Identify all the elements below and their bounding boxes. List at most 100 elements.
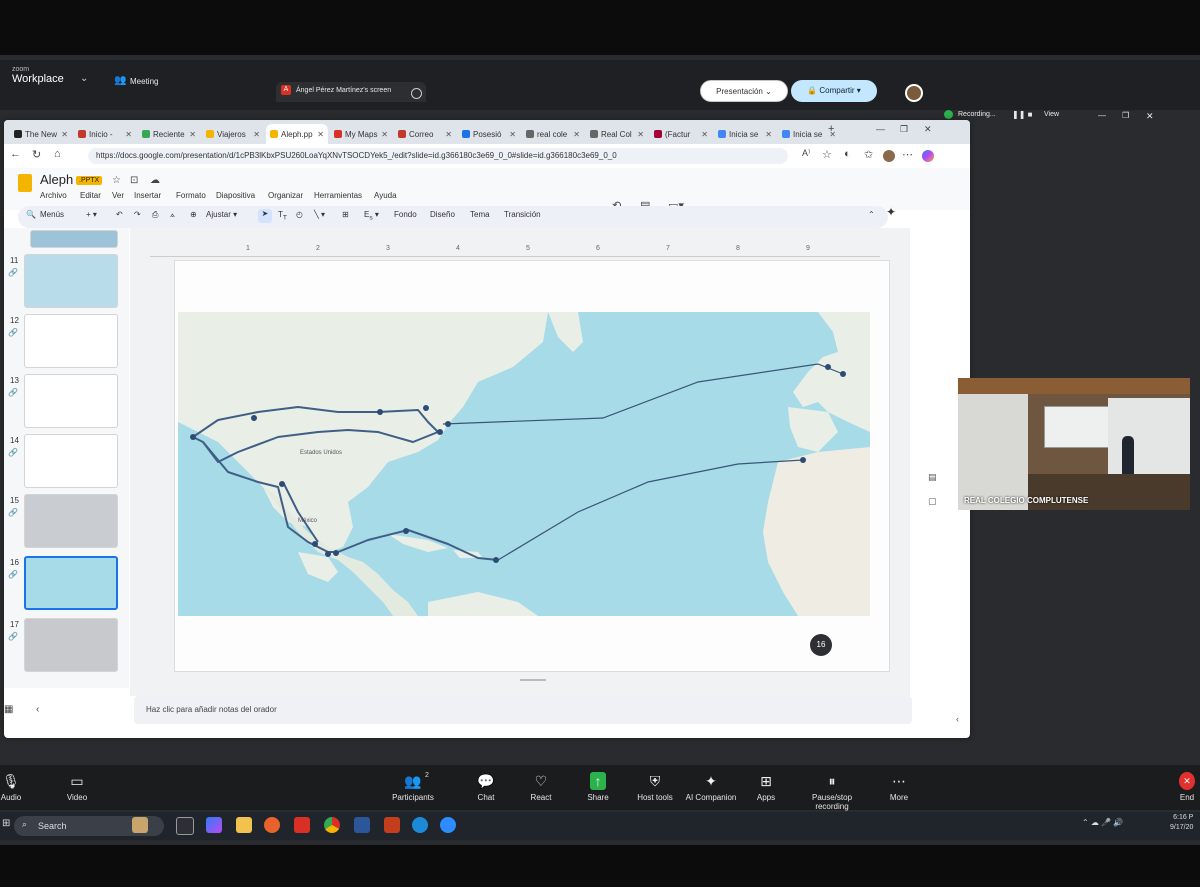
menu-item[interactable]: Ver [112, 191, 124, 200]
menu-item[interactable]: Formato [176, 191, 206, 200]
zoom-control-end[interactable]: ✕ End [1152, 772, 1200, 802]
undo-icon[interactable]: ↶ [116, 210, 123, 219]
collapse-icon[interactable]: ⌃ [868, 210, 875, 219]
menu-item[interactable]: Insertar [134, 191, 161, 200]
comment-add-icon[interactable]: ⊞ [342, 210, 349, 219]
zoom-taskbar-icon[interactable] [440, 817, 456, 833]
chevron-down-icon[interactable]: ⌄ [80, 73, 88, 84]
menu-item[interactable]: Organizar [268, 191, 303, 200]
search-menus-icon[interactable]: 🔍 [26, 210, 36, 219]
zoom-control-pause-stop-recording[interactable]: ⏸ Pause/stop recording [797, 772, 867, 811]
tray-icons[interactable]: ⌃ ☁ 🎤 🔊 [1082, 818, 1123, 827]
browser-tab[interactable]: Inicia se ✕ [778, 124, 840, 144]
back-icon[interactable]: ← [10, 148, 21, 160]
tab-close-icon[interactable]: ✕ [701, 130, 708, 139]
tab-close-icon[interactable]: ✕ [573, 130, 580, 139]
zoom-control-apps[interactable]: ⊞ Apps [731, 772, 801, 802]
edge-icon[interactable] [412, 817, 428, 833]
tab-close-icon[interactable]: ✕ [253, 130, 260, 139]
scroll-handle-icon[interactable]: ‹ [956, 714, 959, 724]
url-field[interactable]: https://docs.google.com/presentation/d/1… [88, 148, 788, 164]
home-icon[interactable]: ⌂ [54, 148, 61, 160]
side-panel-folder-icon[interactable]: ▢ [928, 496, 937, 507]
read-aloud-icon[interactable]: A⁾ [802, 148, 810, 159]
print-icon[interactable]: ⎙ [152, 210, 158, 220]
tab-close-icon[interactable]: ✕ [765, 130, 772, 139]
close-window-icon[interactable]: ✕ [1146, 111, 1154, 122]
widget-icon[interactable] [132, 817, 148, 833]
powerpoint-icon[interactable] [384, 817, 400, 833]
menu-item[interactable]: Herramientas [314, 191, 362, 200]
tab-close-icon[interactable]: ✕ [189, 130, 196, 139]
slide-thumbnail[interactable] [24, 556, 118, 610]
tab-close-icon[interactable]: ✕ [829, 130, 836, 139]
slide-thumbnail[interactable] [24, 618, 118, 672]
zoom-control-video[interactable]: ▭ Video [42, 772, 112, 802]
text-box-icon[interactable]: TT [278, 210, 287, 222]
speaker-notes[interactable]: Haz clic para añadir notas del orador [134, 696, 912, 724]
slide-thumbnail-10[interactable] [30, 230, 118, 248]
maximize-icon[interactable]: ❐ [900, 124, 908, 135]
line-icon[interactable]: ╲ ▾ [314, 210, 325, 219]
select-cursor-icon[interactable]: ➤ [258, 209, 272, 223]
slide-thumbnail[interactable] [24, 434, 118, 488]
browser-tab[interactable]: Reciente ✕ [138, 124, 200, 144]
task-view-icon[interactable] [176, 817, 194, 835]
collapse-filmstrip-icon[interactable]: ‹ [36, 704, 39, 715]
taskbar-clock[interactable]: 6:16 P 9/17/20 [1170, 813, 1193, 833]
minimize-icon[interactable]: — [1098, 111, 1106, 120]
file-explorer-icon[interactable] [236, 817, 252, 833]
slide-thumbnail[interactable] [24, 494, 118, 548]
copilot-taskbar-icon[interactable] [206, 817, 222, 833]
tab-close-icon[interactable]: ✕ [317, 130, 324, 139]
theme-button[interactable]: Tema [470, 210, 490, 219]
menus-search[interactable]: Menús [40, 210, 64, 219]
background-icon[interactable]: Es ▾ [364, 210, 379, 222]
acrobat-taskbar-icon[interactable] [294, 817, 310, 833]
zoom-select[interactable]: Ajustar ▾ [206, 210, 237, 219]
share-button[interactable]: 🔒 Compartir ▾ [791, 80, 877, 102]
zoom-control-audio[interactable]: 🎙 Audio [0, 772, 46, 802]
layout-button[interactable]: Diseño [430, 210, 455, 219]
more-icon[interactable]: ⋯ [902, 148, 913, 161]
browser-tab[interactable]: My Maps ✕ [330, 124, 392, 144]
side-panel-icon[interactable]: ▤ [928, 472, 937, 483]
zoom-control-participants[interactable]: 👥 Participants [378, 772, 448, 802]
browser-tab[interactable]: Correo ✕ [394, 124, 456, 144]
doc-title[interactable]: Aleph [40, 172, 73, 187]
menu-item[interactable]: Ayuda [374, 191, 397, 200]
tab-close-icon[interactable]: ✕ [125, 130, 132, 139]
browser-tab[interactable]: Inicio - ✕ [74, 124, 136, 144]
zoom-control-more[interactable]: ⋯ More [864, 772, 934, 802]
browser-tab[interactable]: The New ✕ [10, 124, 72, 144]
slide-thumbnail[interactable] [24, 254, 118, 308]
slide-thumbnail[interactable] [24, 314, 118, 368]
paint-format-icon[interactable]: ⟑ [170, 210, 175, 220]
tab-close-icon[interactable]: ✕ [509, 130, 516, 139]
background-button[interactable]: Fondo [394, 210, 417, 219]
transition-button[interactable]: Transición [504, 210, 541, 219]
star-icon[interactable]: ☆ [822, 148, 832, 161]
browser-tab[interactable]: (Factur ✕ [650, 124, 712, 144]
browser-tab[interactable]: Aleph.pp ✕ [266, 124, 328, 144]
browser-tab[interactable]: Inicia se ✕ [714, 124, 776, 144]
firefox-icon[interactable] [264, 817, 280, 833]
present-button[interactable]: Presentación ⌄ [700, 80, 788, 102]
redo-icon[interactable]: ↷ [134, 210, 141, 219]
star-icon[interactable]: ☆ [112, 175, 121, 186]
image-icon[interactable]: ◴ [296, 210, 303, 219]
reload-icon[interactable]: ↻ [32, 148, 41, 161]
tab-close-icon[interactable]: ✕ [381, 130, 388, 139]
menu-item[interactable]: Archivo [40, 191, 67, 200]
zoom-icon[interactable]: ⊕ [190, 210, 197, 219]
user-avatar[interactable] [905, 84, 923, 102]
extension-icon[interactable]: ◐ [844, 148, 851, 160]
windows-start-icon[interactable]: ⊞ [2, 818, 10, 829]
minimize-icon[interactable]: — [876, 124, 885, 134]
copilot-icon[interactable] [922, 150, 934, 162]
menu-item[interactable]: Diapositiva [216, 191, 255, 200]
slides-logo-icon[interactable] [18, 174, 32, 192]
tab-close-icon[interactable]: ✕ [637, 130, 644, 139]
participant-video[interactable] [958, 378, 1190, 510]
cloud-icon[interactable]: ☁ [150, 175, 160, 186]
